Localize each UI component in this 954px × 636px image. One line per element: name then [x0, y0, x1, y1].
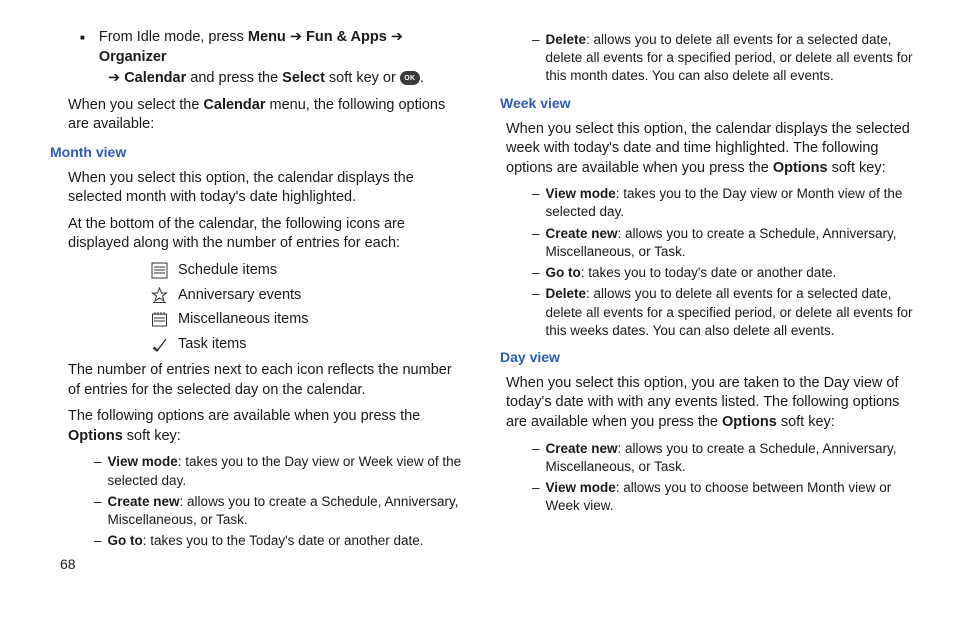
list-item: –View mode: allows you to choose between…: [532, 479, 916, 515]
month-p2: At the bottom of the calendar, the follo…: [50, 215, 466, 254]
misc-icon: [150, 311, 168, 329]
day-view-heading: Day view: [500, 348, 916, 367]
ok-icon: OK: [400, 71, 420, 85]
week-p1: When you select this option, the calenda…: [500, 120, 916, 179]
month-p4: The following options are available when…: [50, 407, 466, 446]
list-item: –Go to: takes you to today's date or ano…: [532, 264, 916, 282]
schedule-row: Schedule items: [50, 261, 466, 281]
nav-text: From Idle mode, press Menu ➔ Fun & Apps …: [99, 28, 466, 67]
page: ■ From Idle mode, press Menu ➔ Fun & App…: [0, 0, 954, 636]
list-item: –Go to: takes you to the Today's date or…: [94, 532, 466, 550]
list-item: –Delete: allows you to delete all events…: [532, 285, 916, 340]
left-column: ■ From Idle mode, press Menu ➔ Fun & App…: [50, 28, 466, 624]
page-number: 68: [50, 555, 466, 574]
task-icon: [150, 335, 168, 353]
list-item: –Create new: allows you to create a Sche…: [532, 225, 916, 261]
calendar-select-text: When you select the Calendar menu, the f…: [50, 96, 466, 135]
month-p3: The number of entries next to each icon …: [50, 361, 466, 400]
nav-text-cont: ➔ Calendar and press the Select soft key…: [50, 69, 466, 89]
month-options-cont: –Delete: allows you to delete all events…: [500, 31, 916, 86]
list-item: –View mode: takes you to the Day view or…: [532, 185, 916, 221]
schedule-icon: [150, 262, 168, 280]
month-p1: When you select this option, the calenda…: [50, 169, 466, 208]
anniversary-icon: [150, 286, 168, 304]
week-options: –View mode: takes you to the Day view or…: [500, 185, 916, 340]
month-options: –View mode: takes you to the Day view or…: [50, 453, 466, 550]
day-p1: When you select this option, you are tak…: [500, 374, 916, 433]
list-item: –Delete: allows you to delete all events…: [532, 31, 916, 86]
list-item: –Create new: allows you to create a Sche…: [532, 440, 916, 476]
list-item: –Create new: allows you to create a Sche…: [94, 493, 466, 529]
nav-step: ■ From Idle mode, press Menu ➔ Fun & App…: [50, 28, 466, 67]
list-item: –View mode: takes you to the Day view or…: [94, 453, 466, 489]
week-view-heading: Week view: [500, 94, 916, 113]
anniversary-row: Anniversary events: [50, 286, 466, 306]
right-column: –Delete: allows you to delete all events…: [500, 28, 916, 624]
month-view-heading: Month view: [50, 143, 466, 162]
day-options: –Create new: allows you to create a Sche…: [500, 440, 916, 516]
task-row: Task items: [50, 335, 466, 355]
bullet-icon: ■: [80, 33, 85, 44]
misc-row: Miscellaneous items: [50, 310, 466, 330]
